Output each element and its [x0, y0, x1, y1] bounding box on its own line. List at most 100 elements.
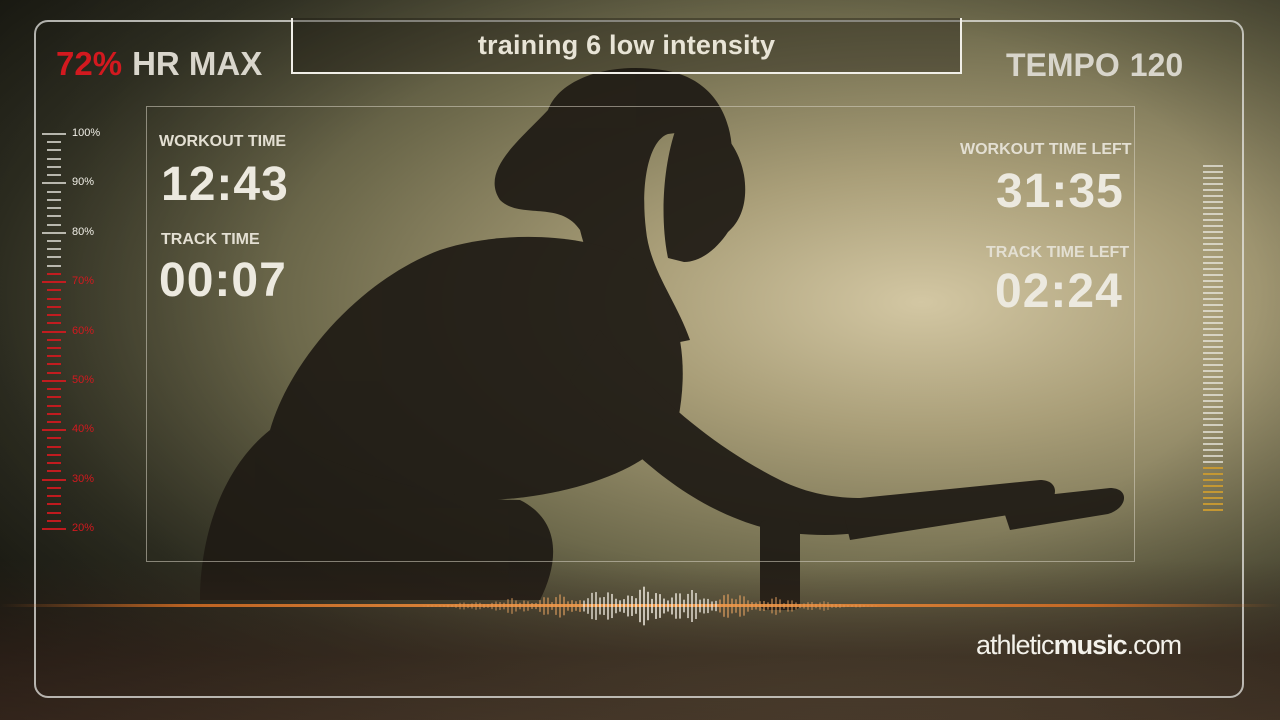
- hr-scale-tick: [47, 215, 61, 218]
- intensity-segment: [1203, 472, 1223, 475]
- intensity-segment: [1203, 183, 1223, 186]
- intensity-segment: [1203, 490, 1223, 493]
- intensity-segment: [1203, 508, 1223, 511]
- hr-scale-label: 20%: [72, 522, 95, 534]
- hr-scale-tick: [47, 453, 61, 456]
- hr-scale-tick: [47, 495, 61, 498]
- hr-scale-tick: [47, 412, 61, 415]
- athleticmusic-logo: athleticmusic.com: [976, 630, 1182, 661]
- hr-scale-tick: [47, 486, 61, 489]
- logo-bold: music: [1053, 630, 1128, 660]
- hr-scale-tick: [47, 445, 61, 448]
- intensity-segment: [1203, 321, 1223, 324]
- intensity-segment: [1203, 219, 1223, 222]
- hr-scale-tick: [42, 330, 66, 333]
- hr-scale-tick: [47, 198, 61, 201]
- hr-scale-tick: [47, 404, 61, 407]
- intensity-segment: [1203, 466, 1223, 469]
- intensity-segment: [1203, 400, 1223, 403]
- hr-max-readout: 72% HR MAX: [56, 45, 262, 83]
- tempo-label: TEMPO: [1006, 47, 1120, 83]
- intensity-segment: [1203, 249, 1223, 252]
- hr-scale-tick: [42, 478, 66, 481]
- intensity-segment: [1203, 460, 1223, 463]
- intensity-segment: [1203, 207, 1223, 210]
- workout-time-left-value: 31:35: [996, 165, 1124, 218]
- hr-scale-tick: [42, 133, 66, 135]
- hr-scale-tick: [47, 462, 61, 465]
- audio-waveform: [423, 586, 877, 626]
- intensity-segment: [1203, 333, 1223, 336]
- intensity-segment: [1203, 201, 1223, 204]
- intensity-segment: [1203, 225, 1223, 228]
- intensity-segment: [1203, 388, 1223, 391]
- track-time-left-label: TRACK TIME LEFT: [986, 244, 1130, 261]
- hr-scale-tick: [42, 231, 66, 234]
- hr-scale-tick: [47, 519, 61, 522]
- workout-time-value: 12:43: [161, 158, 289, 211]
- hr-scale-tick: [47, 297, 61, 300]
- intensity-segment: [1203, 502, 1223, 505]
- hr-scale-tick: [47, 355, 61, 358]
- intensity-segment: [1203, 315, 1223, 318]
- intensity-segment: [1203, 195, 1223, 198]
- hr-scale-tick: [47, 503, 61, 506]
- intensity-segment: [1203, 189, 1223, 192]
- hr-scale-tick: [47, 314, 61, 317]
- hr-label: HR MAX: [132, 45, 263, 82]
- intensity-segment: [1203, 436, 1223, 439]
- workout-time-label: WORKOUT TIME: [159, 133, 287, 150]
- intensity-segment: [1203, 279, 1223, 282]
- intensity-segment: [1203, 346, 1223, 349]
- track-time-label: TRACK TIME: [161, 231, 260, 248]
- hr-scale-label: 50%: [72, 373, 95, 386]
- hr-scale-tick: [47, 223, 61, 226]
- workout-title: training 6 low intensity: [477, 29, 776, 60]
- intensity-segment: [1203, 454, 1223, 457]
- intensity-segment: [1203, 376, 1223, 379]
- intensity-segment: [1203, 297, 1223, 300]
- hr-scale-tick: [47, 256, 61, 259]
- intensity-segment: [1203, 231, 1223, 234]
- intensity-segment: [1203, 291, 1223, 294]
- hr-scale-tick: [42, 429, 66, 432]
- hr-scale-tick: [47, 322, 61, 325]
- intensity-segment: [1203, 358, 1223, 361]
- hr-scale-tick: [47, 174, 61, 177]
- tempo-readout: TEMPO 120: [1006, 47, 1183, 84]
- hr-percentage-scale: 100% 90% 80% 70% 60% 50% 40% 30% 20%: [42, 127, 122, 534]
- intensity-segment: [1203, 165, 1223, 167]
- hr-scale-tick: [47, 511, 61, 514]
- hr-scale-label: 80%: [72, 225, 95, 238]
- intensity-segment: [1203, 382, 1223, 385]
- hr-scale-tick: [47, 388, 61, 391]
- hr-scale-label: 60%: [72, 324, 95, 337]
- workout-title-box: training 6 low intensity: [291, 18, 962, 74]
- hr-scale-tick: [47, 289, 61, 292]
- intensity-segment: [1203, 327, 1223, 330]
- intensity-segment: [1203, 430, 1223, 433]
- hr-scale-tick: [42, 379, 66, 382]
- hr-scale-tick: [42, 528, 66, 530]
- intensity-segment: [1203, 171, 1223, 174]
- intensity-segment: [1203, 309, 1223, 312]
- hr-scale-label: 90%: [72, 176, 95, 189]
- intensity-segment: [1203, 478, 1223, 481]
- hr-scale-tick: [47, 149, 61, 152]
- hr-scale-tick: [47, 396, 61, 399]
- intensity-segment: [1203, 442, 1223, 445]
- tempo-value: 120: [1129, 47, 1184, 83]
- intensity-segment: [1203, 352, 1223, 355]
- intensity-segment: [1203, 177, 1223, 180]
- hr-scale-tick: [47, 165, 61, 168]
- intensity-segment: [1203, 484, 1223, 487]
- hr-scale-tick: [47, 141, 61, 144]
- hr-scale-tick: [47, 338, 61, 341]
- hr-scale-tick: [47, 421, 61, 424]
- intensity-segment: [1203, 418, 1223, 421]
- hr-scale-tick: [47, 437, 61, 440]
- workout-time-left-label: WORKOUT TIME LEFT: [960, 141, 1132, 158]
- intensity-segment: [1203, 424, 1223, 427]
- track-time-left-value: 02:24: [995, 265, 1123, 318]
- hr-scale-tick: [47, 363, 61, 366]
